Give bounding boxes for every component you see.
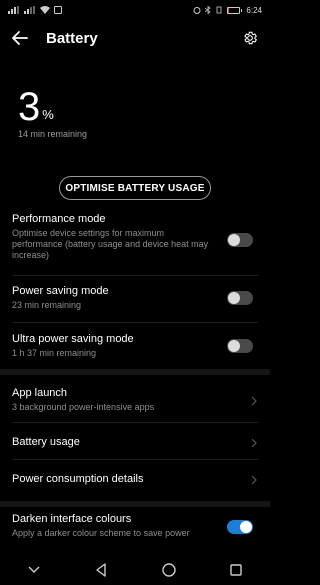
- gear-icon: [244, 31, 258, 45]
- chevron-right-icon: [251, 438, 257, 448]
- power-saving-toggle[interactable]: [227, 291, 253, 305]
- app-launch-row[interactable]: App launch 3 background power-intensive …: [0, 387, 270, 413]
- performance-mode-subtitle: Optimise device settings for maximum per…: [12, 228, 209, 260]
- battery-percent-value: 3: [18, 85, 41, 129]
- chevron-right-icon: [251, 475, 257, 485]
- performance-mode-title: Performance mode: [12, 213, 106, 225]
- battery-remaining: 14 min remaining: [18, 129, 88, 139]
- darken-colours-title: Darken interface colours: [12, 513, 132, 525]
- status-right: 6:24: [193, 6, 262, 15]
- divider: [12, 459, 258, 460]
- nav-home-button[interactable]: [157, 558, 181, 582]
- status-clock: 6:24: [246, 5, 262, 15]
- battery-status-icon: [227, 6, 243, 14]
- status-bar: 6:24: [0, 0, 270, 20]
- performance-mode-toggle[interactable]: [227, 233, 253, 247]
- vibrate-icon: [217, 6, 222, 14]
- arrow-left-icon: [12, 31, 28, 45]
- app-launch-title: App launch: [12, 387, 68, 399]
- divider: [12, 275, 258, 276]
- chevron-down-icon: [28, 566, 40, 573]
- ultra-power-saving-subtitle: 1 h 37 min remaining: [12, 348, 97, 358]
- chevron-right-icon: [251, 396, 257, 406]
- status-left: [8, 6, 62, 14]
- bluetooth-icon: [205, 6, 212, 14]
- app-launch-subtitle: 3 background power-intensive apps: [12, 402, 155, 412]
- power-consumption-title: Power consumption details: [12, 473, 144, 485]
- circle-home-icon: [162, 563, 176, 577]
- signal-icon-2: [24, 6, 35, 14]
- back-button[interactable]: [8, 26, 32, 50]
- page-title: Battery: [46, 29, 98, 47]
- notification-icon: [54, 6, 62, 14]
- square-recent-icon: [230, 564, 242, 576]
- battery-usage-row[interactable]: Battery usage: [0, 436, 270, 448]
- alarm-icon: [193, 7, 201, 14]
- ultra-power-saving-toggle[interactable]: [227, 339, 253, 353]
- battery-level: 3 %: [18, 85, 54, 129]
- darken-colours-subtitle: Apply a darker colour scheme to save pow…: [12, 528, 190, 538]
- power-saving-title: Power saving mode: [12, 285, 109, 297]
- ultra-power-saving-title: Ultra power saving mode: [12, 333, 134, 345]
- navigation-bar: [0, 555, 270, 585]
- wifi-icon: [40, 6, 50, 14]
- battery-usage-title: Battery usage: [12, 436, 80, 448]
- battery-percent-sign: %: [42, 107, 54, 122]
- nav-hide-button[interactable]: [22, 558, 46, 582]
- app-bar: Battery: [0, 20, 270, 56]
- signal-icon: [8, 6, 19, 14]
- triangle-back-icon: [96, 563, 106, 577]
- nav-recent-button[interactable]: [224, 558, 248, 582]
- power-consumption-row[interactable]: Power consumption details: [0, 473, 270, 485]
- nav-back-button[interactable]: [89, 558, 113, 582]
- section-divider: [0, 369, 270, 375]
- darken-colours-toggle[interactable]: [227, 520, 253, 534]
- settings-button[interactable]: [238, 26, 262, 50]
- power-saving-subtitle: 23 min remaining: [12, 300, 82, 310]
- divider: [12, 422, 258, 423]
- section-divider: [0, 501, 270, 507]
- optimise-battery-button[interactable]: OPTIMISE BATTERY USAGE: [59, 176, 211, 200]
- divider: [12, 322, 258, 323]
